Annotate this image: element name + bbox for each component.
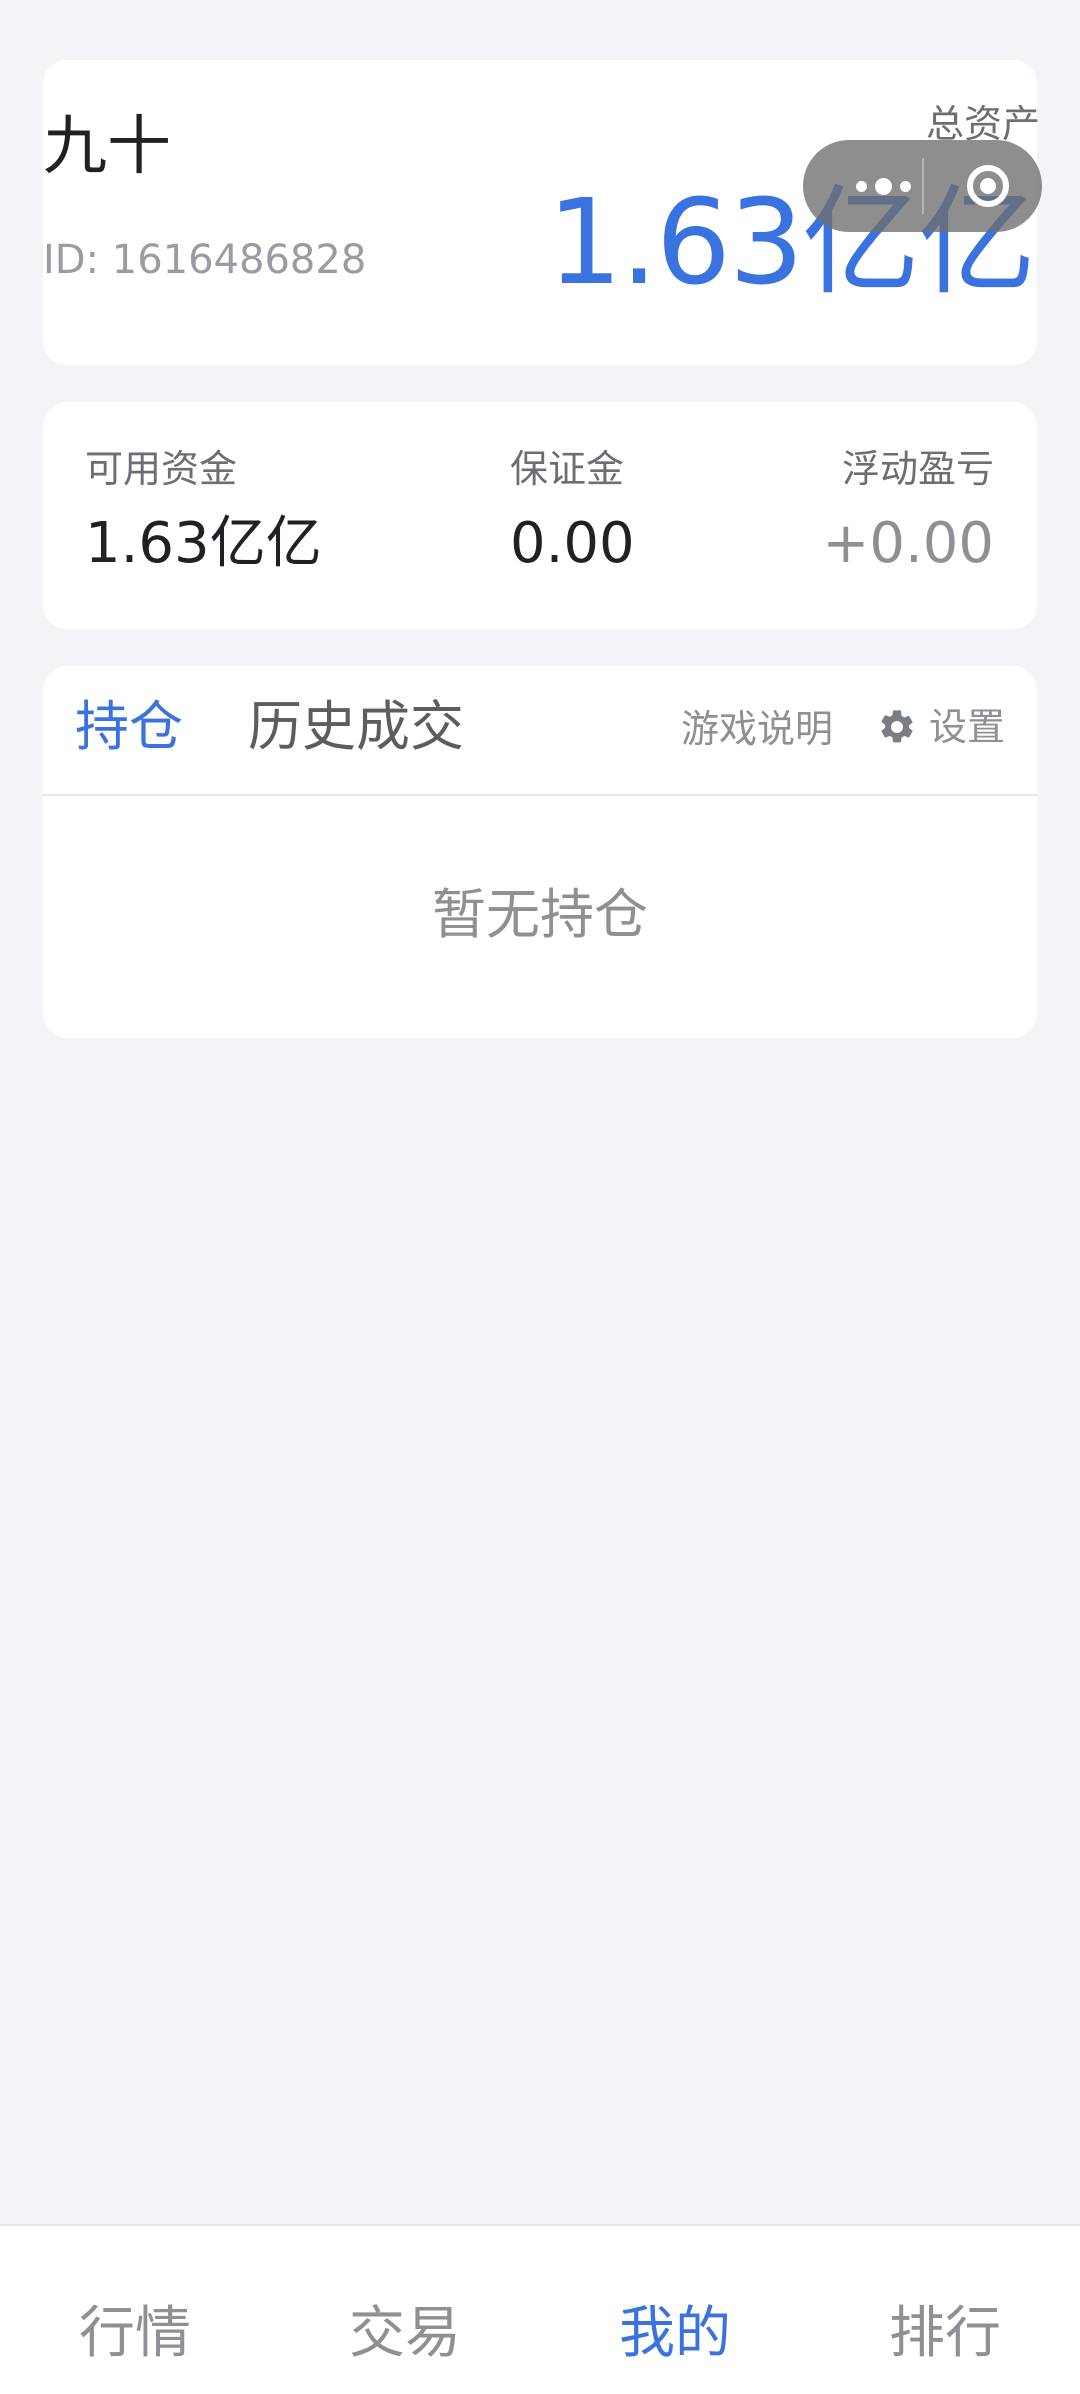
nav-item-ranking[interactable]: 排行 <box>810 2306 1080 2362</box>
available-funds-label: 可用资金 <box>85 447 238 491</box>
settings-label: 设置 <box>929 705 1006 749</box>
margin-label: 保证金 <box>510 447 625 491</box>
margin: 保证金 0.00 <box>510 450 635 572</box>
miniprogram-capsule <box>803 140 1042 232</box>
settings-button[interactable]: 设置 <box>877 707 1005 747</box>
tab-history-trades[interactable]: 历史成交 <box>248 700 464 754</box>
tab-positions[interactable]: 持仓 <box>75 700 183 754</box>
close-target-icon <box>966 165 1009 207</box>
gear-icon <box>881 710 913 743</box>
nav-item-market[interactable]: 行情 <box>0 2306 270 2362</box>
game-guide-link[interactable]: 游戏说明 <box>681 710 833 748</box>
floating-pnl: 浮动盈亏 +0.00 <box>822 450 994 572</box>
margin-value: 0.00 <box>510 511 635 576</box>
floating-pnl-value: +0.00 <box>822 511 994 576</box>
available-funds: 可用资金 1.63亿亿 <box>85 450 322 572</box>
username: 九十 <box>43 110 171 184</box>
more-dots-icon <box>855 180 867 192</box>
total-assets-label: 总资产 <box>925 102 1040 146</box>
available-funds-value: 1.63亿亿 <box>85 511 322 576</box>
tabs-divider <box>43 794 1037 796</box>
user-id: ID: 1616486828 <box>43 237 367 283</box>
empty-positions-text: 暂无持仓 <box>432 883 648 946</box>
nav-item-trade[interactable]: 交易 <box>270 2306 540 2362</box>
floating-pnl-label: 浮动盈亏 <box>841 447 994 491</box>
capsule-divider <box>922 158 924 214</box>
capsule-close-button[interactable] <box>933 140 1042 232</box>
bottom-nav: 行情 交易 我的 排行 <box>0 2224 1080 2394</box>
capsule-more-button[interactable] <box>833 140 933 232</box>
nav-item-mine[interactable]: 我的 <box>540 2306 810 2362</box>
